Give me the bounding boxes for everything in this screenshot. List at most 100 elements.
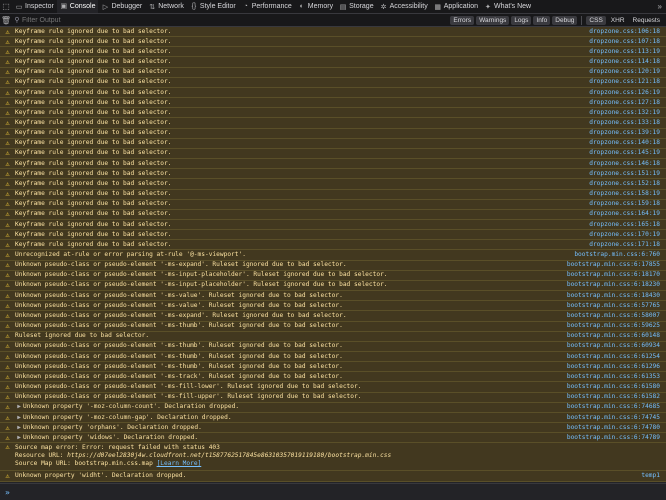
log-source-link[interactable]: bootstrap.min.css:6:57765 xyxy=(567,301,666,311)
warning-icon-cell: ⚠ xyxy=(0,138,15,148)
log-message: Keyframe rule ignored due to bad selecto… xyxy=(15,108,172,116)
filter-errors-button[interactable]: Errors xyxy=(450,15,475,25)
warning-icon: ⚠ xyxy=(5,301,10,310)
log-source-link[interactable]: dropzone.css:132:19 xyxy=(589,108,666,118)
tab-debugger[interactable]: ▷ Debugger xyxy=(98,0,145,13)
log-row: ⚠ Keyframe rule ignored due to bad select… xyxy=(0,67,666,78)
warning-icon-cell: ⚠ xyxy=(0,444,15,470)
log-source-link[interactable]: dropzone.css:158:19 xyxy=(589,189,666,199)
log-source-link[interactable]: bootstrap.min.css:6:74789 xyxy=(567,433,666,443)
warning-icon: ⚠ xyxy=(5,322,10,331)
log-source-link[interactable]: dropzone.css:113:19 xyxy=(589,47,666,57)
log-source-link[interactable]: bootstrap.min.css:6:17855 xyxy=(567,260,666,270)
warning-icon: ⚠ xyxy=(5,433,10,442)
tab-what-s-new[interactable]: ✦ What's New xyxy=(481,0,534,13)
log-source-link[interactable]: bootstrap.min.css:6:61582 xyxy=(567,392,666,402)
log-source-link[interactable]: dropzone.css:106:18 xyxy=(589,27,666,37)
log-source-link[interactable]: bootstrap.min.css:6:74685 xyxy=(567,402,666,412)
log-source-link[interactable]: dropzone.css:107:18 xyxy=(589,37,666,47)
log-source-link[interactable]: temp1 xyxy=(641,471,666,481)
log-source-link[interactable]: bootstrap.min.css:6:61296 xyxy=(567,362,666,372)
log-row: ⚠ Unrecognized at-rule or error parsing a… xyxy=(0,250,666,261)
warning-icon: ⚠ xyxy=(5,58,10,67)
log-source-link[interactable]: bootstrap.min.css:6:60934 xyxy=(567,341,666,351)
tab-console[interactable]: ▣ Console xyxy=(56,0,99,13)
log-source-link[interactable]: bootstrap.min.css:6:18230 xyxy=(567,280,666,290)
overflow-icon[interactable]: » xyxy=(658,2,662,11)
warning-icon: ⚠ xyxy=(5,393,10,402)
filter-warnings-button[interactable]: Warnings xyxy=(476,15,510,25)
log-source-link[interactable]: dropzone.css:145:19 xyxy=(589,148,666,158)
log-source-link[interactable]: bootstrap.min.css:6:74780 xyxy=(567,423,666,433)
warning-icon-cell: ⚠ xyxy=(0,199,15,209)
log-source-link[interactable]: dropzone.css:133:18 xyxy=(589,118,666,128)
log-message: Keyframe rule ignored due to bad selecto… xyxy=(15,169,172,177)
log-source-link[interactable]: dropzone.css:127:18 xyxy=(589,98,666,108)
log-source-link[interactable]: dropzone.css:139:19 xyxy=(589,128,666,138)
resource-url-line: Resource URL: https://d07eel2830j4w.clou… xyxy=(15,452,666,460)
warning-icon: ⚠ xyxy=(5,169,10,178)
tab-label: Memory xyxy=(307,3,334,10)
log-source-link[interactable]: bootstrap.min.css:6:61580 xyxy=(567,382,666,392)
log-source-link[interactable]: dropzone.css:114:18 xyxy=(589,57,666,67)
log-source-link[interactable]: bootstrap.min.css:6:58007 xyxy=(567,311,666,321)
warning-icon-cell: ⚠ xyxy=(0,372,15,382)
filter-xhr-button[interactable]: XHR xyxy=(608,16,628,25)
log-source-link[interactable]: bootstrap.min.css:6:18430 xyxy=(567,291,666,301)
log-source-link[interactable]: bootstrap.min.css:6:60148 xyxy=(567,331,666,341)
log-source-link[interactable]: bootstrap.min.css:6:61254 xyxy=(567,352,666,362)
log-message: Keyframe rule ignored due to bad selecto… xyxy=(15,220,172,228)
log-message: Keyframe rule ignored due to bad selecto… xyxy=(15,139,172,147)
filter-debug-button[interactable]: Debug xyxy=(552,15,578,25)
log-source-link[interactable]: bootstrap.min.css:6:61353 xyxy=(567,372,666,382)
log-source-link[interactable]: dropzone.css:152:18 xyxy=(589,179,666,189)
tab-accessibility[interactable]: ✲ Accessibility xyxy=(377,0,431,13)
warning-icon: ⚠ xyxy=(5,383,10,392)
log-source-link[interactable]: dropzone.css:164:19 xyxy=(589,209,666,219)
log-source-link[interactable]: bootstrap.min.css:6:59625 xyxy=(567,321,666,331)
log-source-link[interactable]: bootstrap.min.css:6:74745 xyxy=(567,413,666,423)
console-input[interactable]: » xyxy=(0,483,666,500)
log-source-link[interactable]: dropzone.css:126:19 xyxy=(589,88,666,98)
tab-storage[interactable]: ▤ Storage xyxy=(336,0,377,13)
log-source-link[interactable]: dropzone.css:146:18 xyxy=(589,159,666,169)
log-source-link[interactable]: dropzone.css:151:19 xyxy=(589,169,666,179)
log-row: ⚠ ▶ Unknown property 'orphans'. Declaratio… xyxy=(0,423,666,434)
expand-arrow-icon[interactable]: ▶ xyxy=(15,423,23,433)
warning-icon: ⚠ xyxy=(5,27,10,36)
log-message: Keyframe rule ignored due to bad selecto… xyxy=(15,27,172,35)
log-source-link[interactable]: dropzone.css:140:18 xyxy=(589,138,666,148)
log-row: ⚠ Keyframe rule ignored due to bad select… xyxy=(0,240,666,251)
tab-memory[interactable]: ◐ Memory xyxy=(295,0,336,13)
expand-arrow-icon[interactable]: ▶ xyxy=(15,402,23,412)
log-source-link[interactable]: dropzone.css:165:18 xyxy=(589,220,666,230)
log-source-link[interactable]: dropzone.css:171:18 xyxy=(589,240,666,250)
tab-label: Accessibility xyxy=(389,3,428,10)
log-message: Keyframe rule ignored due to bad selecto… xyxy=(15,200,172,208)
tab-network[interactable]: ⇅ Network xyxy=(145,0,187,13)
warning-icon: ⚠ xyxy=(5,372,10,381)
log-source-link[interactable]: dropzone.css:121:18 xyxy=(589,77,666,87)
filter-requests-button[interactable]: Requests xyxy=(630,16,663,25)
log-source-link[interactable]: dropzone.css:120:19 xyxy=(589,67,666,77)
filter-css-button[interactable]: CSS xyxy=(586,15,606,25)
tab-inspector[interactable]: ▭ Inspector xyxy=(12,0,57,13)
tab-performance[interactable]: ◔ Performance xyxy=(239,0,295,13)
learn-more-link[interactable]: [Learn More] xyxy=(157,460,202,467)
trash-icon[interactable]: 🗑 xyxy=(0,16,12,25)
tab-style-editor[interactable]: {} Style Editor xyxy=(187,0,239,13)
filter-info-button[interactable]: Info xyxy=(533,15,551,25)
expand-arrow-icon[interactable]: ▶ xyxy=(15,433,23,443)
warning-icon-cell: ⚠ xyxy=(0,47,15,57)
log-source-link[interactable]: bootstrap.min.css:6:760 xyxy=(574,250,666,260)
filter-logs-button[interactable]: Logs xyxy=(511,15,532,25)
element-picker-icon[interactable]: ⬚ xyxy=(0,0,12,13)
warning-icon: ⚠ xyxy=(5,311,10,320)
log-row: ⚠ Unknown pseudo-class or pseudo-element … xyxy=(0,362,666,373)
expand-arrow-icon[interactable]: ▶ xyxy=(15,413,23,423)
log-source-link[interactable]: bootstrap.min.css:6:18170 xyxy=(567,270,666,280)
filter-input[interactable] xyxy=(22,16,202,24)
log-source-link[interactable]: dropzone.css:170:19 xyxy=(589,230,666,240)
tab-application[interactable]: ▦ Application xyxy=(431,0,481,13)
log-source-link[interactable]: dropzone.css:159:18 xyxy=(589,199,666,209)
